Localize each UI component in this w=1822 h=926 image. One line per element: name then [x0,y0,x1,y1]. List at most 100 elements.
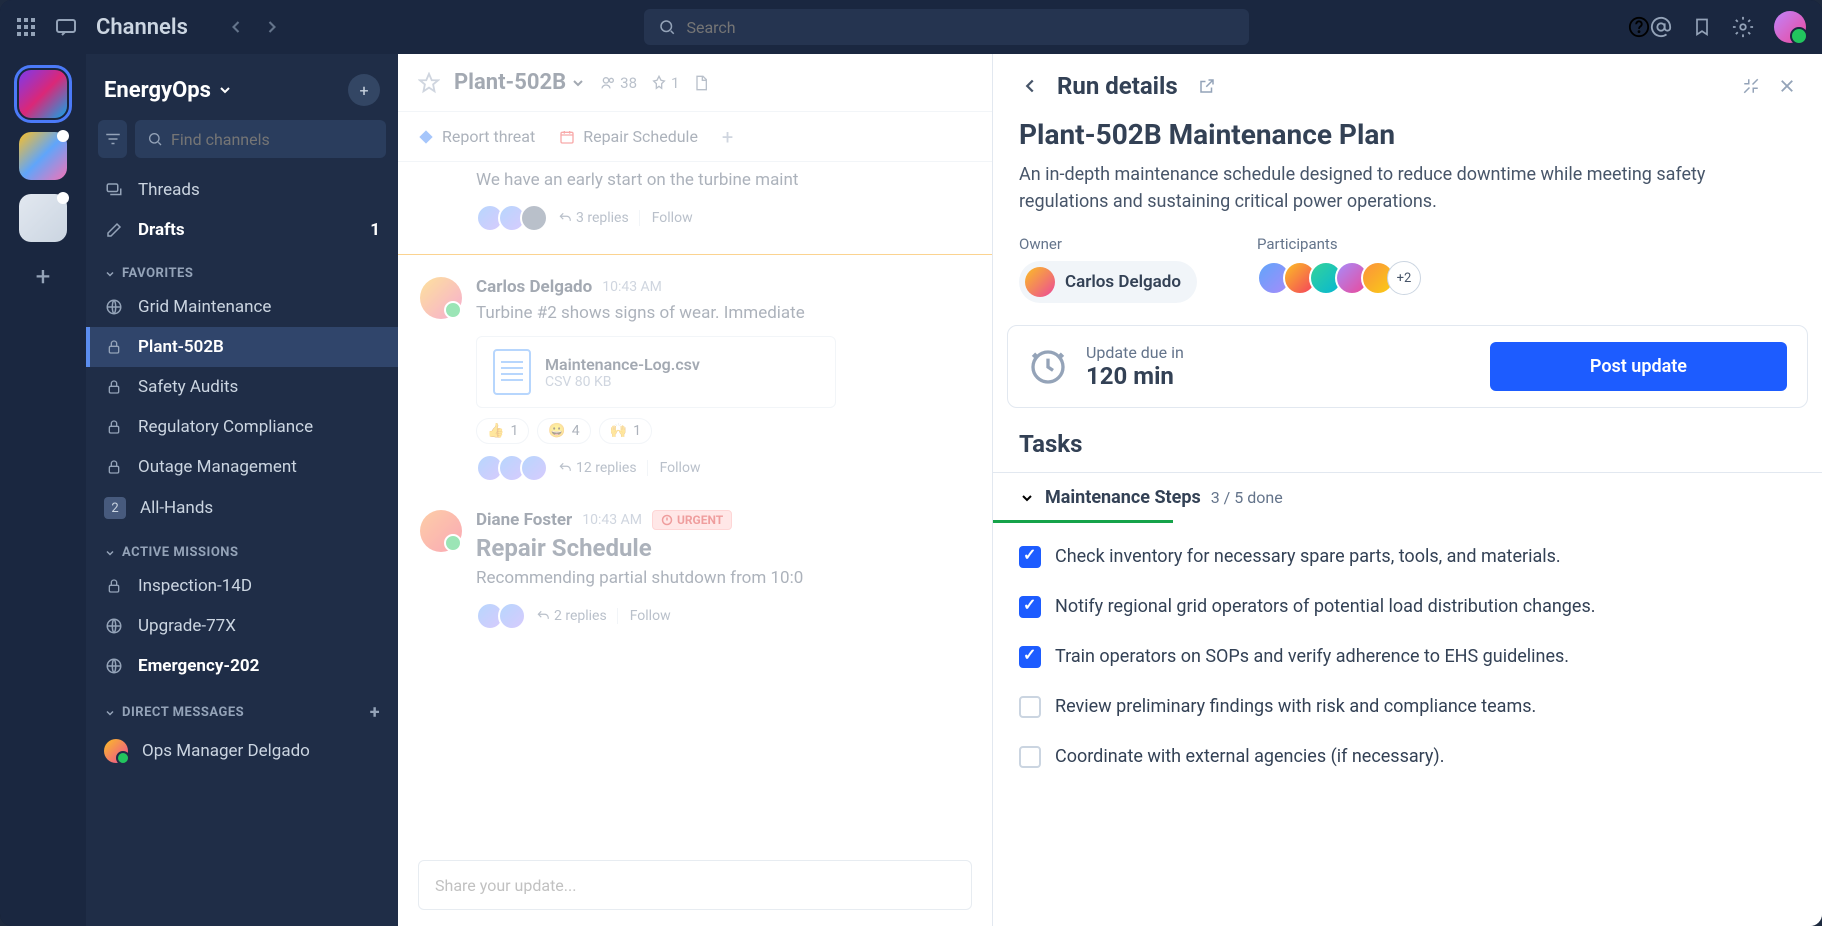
task-text: Check inventory for necessary spare part… [1055,546,1561,567]
sidebar-channel[interactable]: Safety Audits [86,367,398,407]
mission-name: Inspection-14D [138,576,252,596]
sidebar-drafts[interactable]: Drafts 1 [86,210,398,250]
channel-name: Outage Management [138,457,297,477]
doc-icon[interactable] [693,74,709,92]
task-checkbox[interactable] [1019,546,1041,568]
collapse-icon[interactable] [1742,77,1760,95]
star-icon[interactable] [418,72,440,94]
help-icon[interactable] [1628,16,1650,38]
diamond-icon [418,129,434,145]
message-text: We have an early start on the turbine ma… [476,168,970,194]
channels-icon[interactable] [54,15,78,39]
user-avatar[interactable] [1774,11,1806,43]
add-tab-button[interactable]: + [722,125,733,149]
workspace-add-button[interactable]: + [36,262,51,292]
sidebar-channel[interactable]: Outage Management [86,447,398,487]
reaction[interactable]: 🙌1 [599,418,652,444]
sidebar-threads[interactable]: Threads [86,170,398,210]
lock-icon [104,458,124,476]
post-update-button[interactable]: Post update [1490,342,1787,391]
owner-chip[interactable]: Carlos Delgado [1019,261,1197,303]
sidebar-channel[interactable]: 2All-Hands [86,487,398,529]
follow-link[interactable]: Follow [639,210,693,226]
sidebar-mission[interactable]: Inspection-14D [86,566,398,606]
message-author[interactable]: Carlos Delgado [476,277,592,297]
tab-repair-schedule[interactable]: Repair Schedule [559,127,698,146]
close-icon[interactable] [1778,77,1796,95]
search-box[interactable] [644,9,1249,45]
task-checkbox[interactable] [1019,596,1041,618]
dm-avatar [104,739,128,763]
nav-back-icon[interactable] [222,13,250,41]
channel-title[interactable]: Plant-502B [454,70,586,95]
find-channels-box[interactable] [135,120,386,158]
plan-description: An in-depth maintenance schedule designe… [993,161,1822,215]
external-link-icon[interactable] [1198,77,1216,95]
reply-avatars [476,454,548,482]
message-author[interactable]: Diane Foster [476,510,572,530]
sidebar-channel[interactable]: Regulatory Compliance [86,407,398,447]
participants[interactable]: +2 [1257,261,1421,295]
search-input[interactable] [686,18,1235,37]
sidebar-channel[interactable]: Grid Maintenance [86,287,398,327]
pin-icon [651,75,667,91]
avatar[interactable] [420,277,462,319]
task-checkbox[interactable] [1019,746,1041,768]
filter-button[interactable] [98,120,127,158]
drafts-label: Drafts [138,220,185,240]
sidebar-channel[interactable]: Plant-502B [86,327,398,367]
reply-link[interactable]: 2 replies [536,608,607,624]
team-switcher[interactable]: EnergyOps [104,78,233,103]
follow-link[interactable]: Follow [647,460,701,476]
sidebar-mission[interactable]: Emergency-202 [86,646,398,686]
member-count[interactable]: 38 [600,74,637,92]
find-channels-input[interactable] [171,130,374,149]
owner-avatar [1025,267,1055,297]
add-button[interactable]: + [348,74,380,106]
compose-box[interactable] [418,860,972,910]
channel-tabs: Report threat Repair Schedule + [398,112,992,162]
dm-item[interactable]: Ops Manager Delgado [86,729,398,773]
section-label: DIRECT MESSAGES [122,705,244,720]
chevron-down-icon [104,268,116,280]
workspace-tile-2[interactable] [19,132,67,180]
clock-icon [1028,347,1068,387]
nav-forward-icon[interactable] [258,13,286,41]
reaction[interactable]: 👍1 [476,418,529,444]
task-section-title: Maintenance Steps [1045,487,1201,508]
pinned-count[interactable]: 1 [651,74,679,92]
back-icon[interactable] [1019,75,1041,97]
bookmark-icon[interactable] [1692,16,1712,38]
owner-label: Owner [1019,235,1197,253]
settings-icon[interactable] [1732,16,1754,38]
due-time: 120 min [1086,362,1184,390]
task-checkbox[interactable] [1019,646,1041,668]
search-icon [147,131,163,147]
mentions-icon[interactable] [1650,16,1672,38]
participants-more[interactable]: +2 [1387,261,1421,295]
apps-grid-icon[interactable] [16,17,36,37]
due-label: Update due in [1086,343,1184,362]
workspace-tile-3[interactable] [19,194,67,242]
reply-link[interactable]: 3 replies [558,210,629,226]
compose-input[interactable] [435,876,955,895]
reply-link[interactable]: 12 replies [558,460,637,476]
workspace-tile-1[interactable] [19,70,67,118]
message-title: Repair Schedule [476,534,970,562]
sidebar-mission[interactable]: Upgrade-77X [86,606,398,646]
section-missions[interactable]: ACTIVE MISSIONS [86,529,398,566]
section-dms[interactable]: DIRECT MESSAGES + [86,686,398,729]
add-dm-button[interactable]: + [370,702,380,723]
task-checkbox[interactable] [1019,696,1041,718]
file-meta: CSV 80 KB [545,374,700,390]
reaction[interactable]: 😀4 [537,418,590,444]
owner-name: Carlos Delgado [1065,272,1181,292]
section-favorites[interactable]: FAVORITES [86,250,398,287]
follow-link[interactable]: Follow [617,608,671,624]
avatar[interactable] [420,510,462,552]
task-section-header[interactable]: Maintenance Steps 3 / 5 done [993,472,1822,522]
attachment[interactable]: Maintenance-Log.csv CSV 80 KB [476,336,836,408]
task-item: Check inventory for necessary spare part… [1019,532,1796,582]
globe-icon [104,617,124,635]
tab-report-threat[interactable]: Report threat [418,127,535,146]
